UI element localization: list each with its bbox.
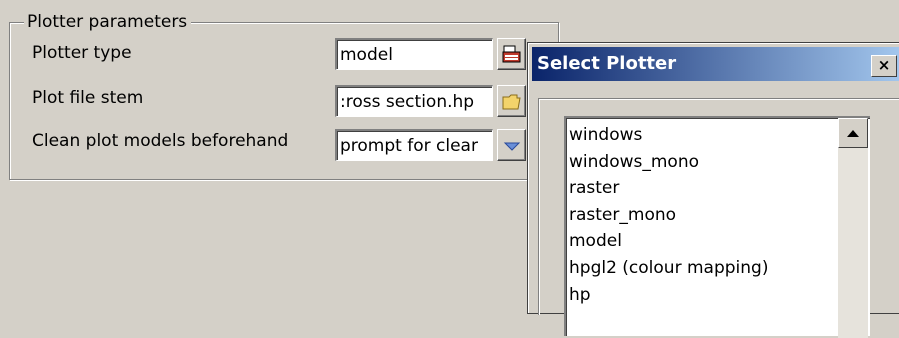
- folder-icon: [502, 94, 521, 110]
- clean-plot-dropdown-button[interactable]: [497, 129, 526, 161]
- close-icon: ×: [877, 56, 891, 74]
- clean-plot-models-label: Clean plot models beforehand: [32, 131, 289, 151]
- select-plotter-dialog: Select Plotter × windows windows_mono ra…: [527, 42, 899, 338]
- browse-file-button[interactable]: [497, 85, 526, 117]
- plotter-select-icon: [502, 45, 521, 63]
- list-item[interactable]: model: [569, 228, 768, 255]
- group-title: Plotter parameters: [24, 11, 192, 33]
- dialog-titlebar[interactable]: Select Plotter ×: [532, 47, 899, 81]
- list-item[interactable]: windows_mono: [569, 149, 768, 176]
- scroll-up-button[interactable]: [838, 118, 868, 148]
- plotter-type-field[interactable]: model: [335, 38, 493, 70]
- list-scrollbar[interactable]: [838, 118, 868, 338]
- plot-file-stem-field[interactable]: :ross section.hp: [335, 85, 493, 117]
- list-item[interactable]: hpgl2 (colour mapping): [569, 255, 768, 282]
- plot-file-stem-label: Plot file stem: [32, 88, 144, 108]
- close-button[interactable]: ×: [871, 55, 897, 77]
- plotter-listbox[interactable]: windows windows_mono raster raster_mono …: [564, 116, 870, 338]
- plotter-type-label: Plotter type: [32, 43, 132, 63]
- list-item[interactable]: raster: [569, 175, 768, 202]
- clean-plot-models-field[interactable]: prompt for clear: [335, 129, 493, 161]
- dialog-title: Select Plotter: [537, 53, 677, 74]
- list-item[interactable]: hp: [569, 282, 768, 309]
- scroll-up-arrow-icon: [847, 130, 859, 137]
- dropdown-arrow-icon: [503, 142, 521, 151]
- list-item[interactable]: raster_mono: [569, 202, 768, 229]
- list-item[interactable]: windows: [569, 122, 768, 149]
- select-plotter-button[interactable]: [497, 38, 526, 70]
